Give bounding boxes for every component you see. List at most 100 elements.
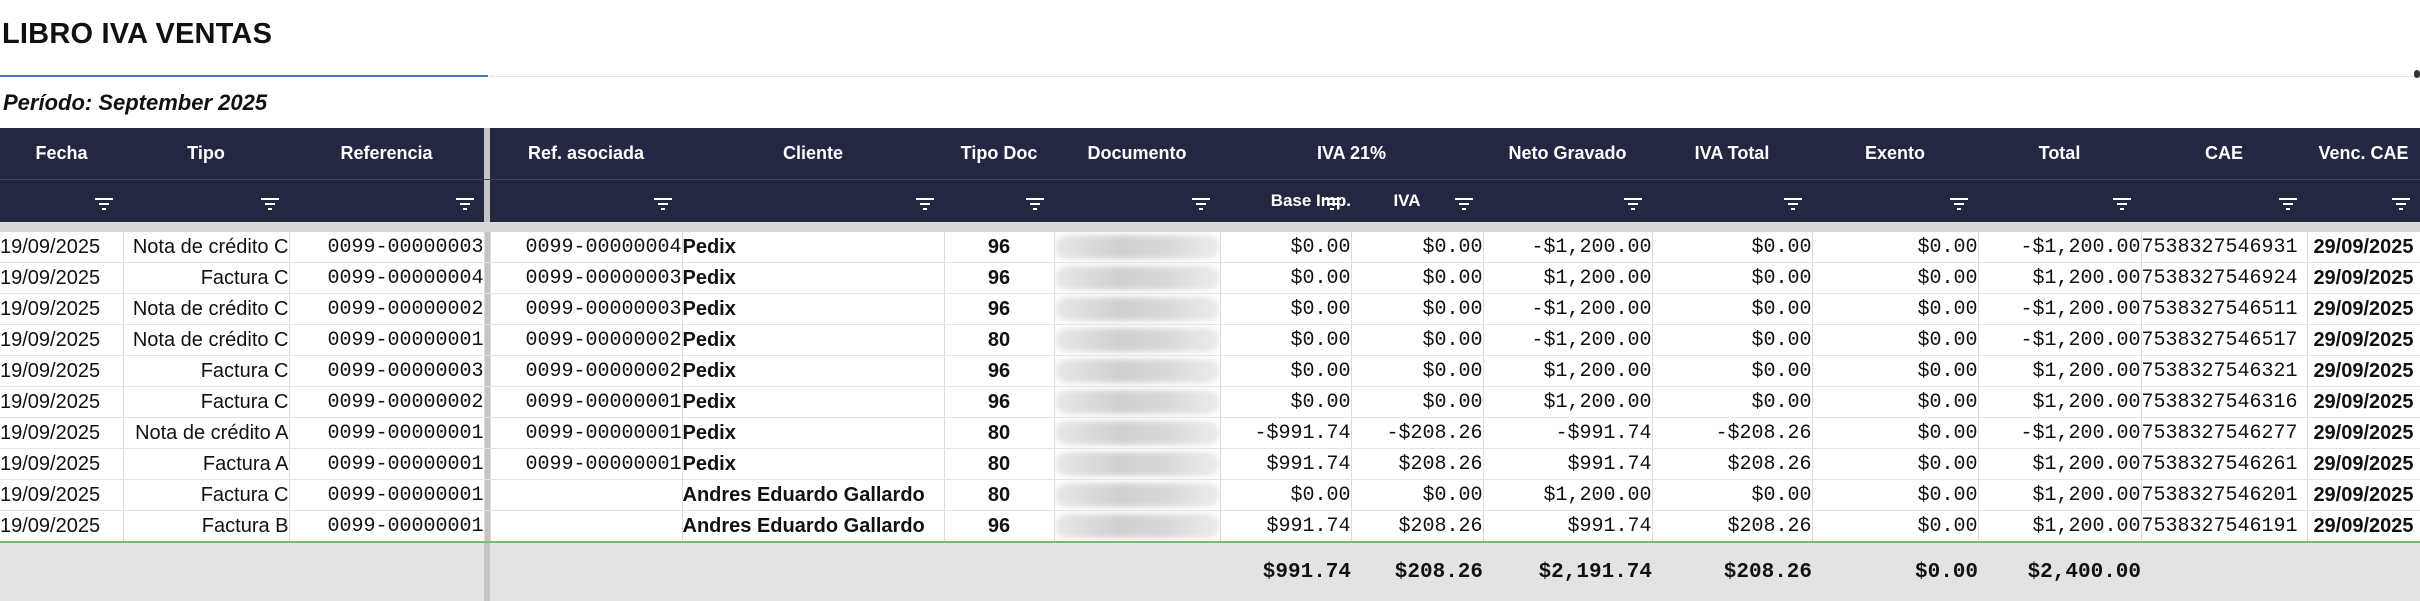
cell-iva[interactable]: $0.00 [1351, 232, 1484, 263]
cell-total[interactable]: $1,200.00 [1978, 262, 2142, 294]
cell-iva[interactable]: $208.26 [1351, 510, 1484, 543]
cell-documento[interactable] [1054, 510, 1221, 543]
cell-total[interactable]: -$1,200.00 [1978, 417, 2142, 449]
cell-venc-cae[interactable]: 29/09/2025 [2307, 417, 2420, 449]
filter-icon[interactable] [89, 193, 113, 213]
cell-cliente[interactable]: Pedix [682, 417, 945, 449]
total-base-imp[interactable]: $991.74 [1220, 542, 1351, 601]
cell-tipo[interactable]: Nota de crédito C [123, 232, 290, 263]
total-iva-total[interactable]: $208.26 [1652, 542, 1812, 601]
cell-referencia[interactable]: 0099-00000004 [289, 262, 485, 294]
cell-iva-total[interactable]: $0.00 [1652, 355, 1813, 387]
cell-neto-gravado[interactable]: -$1,200.00 [1483, 293, 1653, 325]
total-neto-gravado[interactable]: $2,191.74 [1483, 542, 1652, 601]
cell-cae[interactable]: 7538327546316 [2141, 386, 2308, 418]
cell-iva[interactable]: $0.00 [1351, 386, 1484, 418]
cell-base-imp[interactable]: $0.00 [1220, 479, 1352, 511]
cell-cliente[interactable]: Andres Eduardo Gallardo [682, 510, 945, 543]
cell-total[interactable]: $1,200.00 [1978, 479, 2142, 511]
cell-tipo-doc[interactable]: 80 [944, 324, 1055, 356]
col-header-neto-gravado[interactable]: Neto Gravado [1483, 128, 1652, 180]
cell-exento[interactable]: $0.00 [1812, 479, 1979, 511]
col-header-venc-cae[interactable]: Venc. CAE [2307, 128, 2420, 180]
cell-cae[interactable]: 7538327546201 [2141, 479, 2308, 511]
cell-fecha[interactable]: 19/09/2025 [0, 510, 124, 543]
cell-iva-total[interactable]: $0.00 [1652, 324, 1813, 356]
cell-iva-total[interactable]: $0.00 [1652, 293, 1813, 325]
total-total[interactable]: $2,400.00 [1978, 542, 2141, 601]
cell-venc-cae[interactable]: 29/09/2025 [2307, 232, 2420, 263]
cell-referencia[interactable]: 0099-00000001 [289, 510, 485, 543]
filter-icon[interactable] [1778, 193, 1802, 213]
cell-fecha[interactable]: 19/09/2025 [0, 386, 124, 418]
cell-referencia[interactable]: 0099-00000001 [289, 448, 485, 480]
cell-exento[interactable]: $0.00 [1812, 262, 1979, 294]
cell-fecha[interactable]: 19/09/2025 [0, 324, 124, 356]
cell-venc-cae[interactable]: 29/09/2025 [2307, 324, 2420, 356]
cell-venc-cae[interactable]: 29/09/2025 [2307, 479, 2420, 511]
filter-icon[interactable] [2107, 193, 2131, 213]
cell-tipo-doc[interactable]: 80 [944, 448, 1055, 480]
col-header-cliente[interactable]: Cliente [682, 128, 944, 180]
cell-tipo[interactable]: Nota de crédito C [123, 324, 290, 356]
cell-neto-gravado[interactable]: $1,200.00 [1483, 479, 1653, 511]
col-header-iva-total[interactable]: IVA Total [1652, 128, 1812, 180]
cell-iva[interactable]: $0.00 [1351, 324, 1484, 356]
total-iva[interactable]: $208.26 [1351, 542, 1483, 601]
cell-iva-total[interactable]: $0.00 [1652, 479, 1813, 511]
cell-ref-asociada[interactable] [490, 510, 683, 543]
cell-iva[interactable]: $0.00 [1351, 262, 1484, 294]
cell-venc-cae[interactable]: 29/09/2025 [2307, 293, 2420, 325]
cell-base-imp[interactable]: $0.00 [1220, 386, 1352, 418]
cell-fecha[interactable]: 19/09/2025 [0, 293, 124, 325]
cell-tipo-doc[interactable]: 96 [944, 386, 1055, 418]
cell-iva[interactable]: $208.26 [1351, 448, 1484, 480]
cell-exento[interactable]: $0.00 [1812, 355, 1979, 387]
cell-documento[interactable] [1054, 355, 1221, 387]
filter-icon[interactable] [450, 193, 474, 213]
cell-base-imp[interactable]: $0.00 [1220, 355, 1352, 387]
cell-referencia[interactable]: 0099-00000003 [289, 232, 485, 263]
cell-neto-gravado[interactable]: $991.74 [1483, 510, 1653, 543]
cell-cliente[interactable]: Pedix [682, 355, 945, 387]
cell-iva-total[interactable]: $0.00 [1652, 232, 1813, 263]
cell-fecha[interactable]: 19/09/2025 [0, 448, 124, 480]
filter-icon[interactable] [910, 193, 934, 213]
cell-venc-cae[interactable]: 29/09/2025 [2307, 386, 2420, 418]
cell-base-imp[interactable]: $0.00 [1220, 232, 1352, 263]
cell-tipo-doc[interactable]: 96 [944, 510, 1055, 543]
cell-total[interactable]: $1,200.00 [1978, 448, 2142, 480]
cell-tipo-doc[interactable]: 80 [944, 417, 1055, 449]
cell-total[interactable]: $1,200.00 [1978, 386, 2142, 418]
cell-base-imp[interactable]: $0.00 [1220, 293, 1352, 325]
cell-documento[interactable] [1054, 232, 1221, 263]
cell-exento[interactable]: $0.00 [1812, 324, 1979, 356]
cell-iva-total[interactable]: $208.26 [1652, 510, 1813, 543]
cell-ref-asociada[interactable] [490, 479, 683, 511]
cell-base-imp[interactable]: $991.74 [1220, 510, 1352, 543]
cell-documento[interactable] [1054, 448, 1221, 480]
cell-referencia[interactable]: 0099-00000001 [289, 417, 485, 449]
cell-referencia[interactable]: 0099-00000001 [289, 324, 485, 356]
cell-ref-asociada[interactable]: 0099-00000002 [490, 355, 683, 387]
cell-iva-total[interactable]: $0.00 [1652, 262, 1813, 294]
cell-iva[interactable]: $0.00 [1351, 479, 1484, 511]
cell-exento[interactable]: $0.00 [1812, 386, 1979, 418]
filter-icon[interactable] [255, 193, 279, 213]
cell-venc-cae[interactable]: 29/09/2025 [2307, 262, 2420, 294]
col-header-iva21[interactable]: IVA 21% [1220, 128, 1483, 180]
col-header-exento[interactable]: Exento [1812, 128, 1978, 180]
cell-total[interactable]: $1,200.00 [1978, 510, 2142, 543]
cell-tipo-doc[interactable]: 96 [944, 232, 1055, 263]
cell-cae[interactable]: 7538327546931 [2141, 232, 2308, 263]
filter-icon[interactable] [1020, 193, 1044, 213]
filter-icon[interactable] [1317, 193, 1341, 213]
cell-cliente[interactable]: Andres Eduardo Gallardo [682, 479, 945, 511]
cell-ref-asociada[interactable]: 0099-00000001 [490, 417, 683, 449]
cell-exento[interactable]: $0.00 [1812, 448, 1979, 480]
filter-icon[interactable] [1449, 193, 1473, 213]
cell-ref-asociada[interactable]: 0099-00000001 [490, 386, 683, 418]
cell-neto-gravado[interactable]: -$1,200.00 [1483, 324, 1653, 356]
cell-cae[interactable]: 7538327546511 [2141, 293, 2308, 325]
filter-icon[interactable] [1944, 193, 1968, 213]
